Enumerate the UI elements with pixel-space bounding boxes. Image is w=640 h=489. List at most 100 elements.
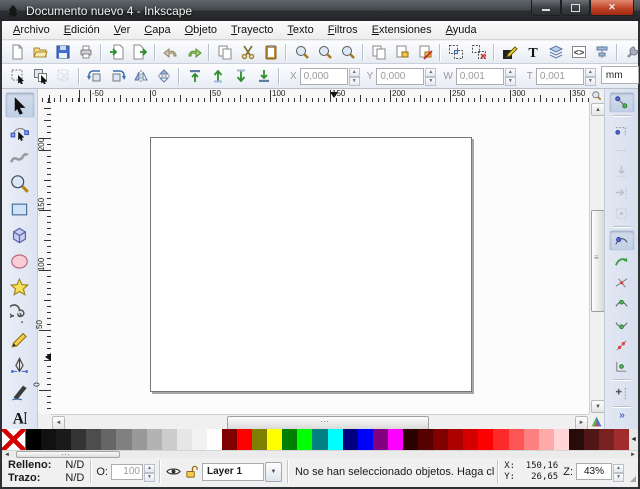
align-dialog-button[interactable]: [590, 41, 613, 63]
swatch-ff5555[interactable]: [509, 429, 524, 450]
menu-capa[interactable]: Capa: [137, 22, 177, 38]
zoom-input[interactable]: 43%: [576, 463, 612, 480]
menu-filtros[interactable]: Filtros: [321, 22, 365, 38]
text-dialog-button[interactable]: [521, 41, 544, 63]
palette-more-arrow[interactable]: ◄: [629, 429, 638, 450]
flip-vertical-button[interactable]: [152, 65, 175, 87]
ellipse-tool-button[interactable]: [5, 248, 35, 274]
snap-paths-button[interactable]: [609, 251, 635, 272]
swatch-ff2a2a[interactable]: [493, 429, 508, 450]
zoom-spinner-up[interactable]: ▲: [613, 464, 624, 473]
menu-ayuda[interactable]: Ayuda: [439, 22, 484, 38]
group-button[interactable]: [444, 41, 467, 63]
y-field-spinner[interactable]: ▲▼: [425, 68, 436, 85]
raise-to-top-button[interactable]: [183, 65, 206, 87]
menu-edicion[interactable]: Edición: [57, 22, 107, 38]
menu-ver[interactable]: Ver: [107, 22, 138, 38]
swatch-cccccc[interactable]: [162, 429, 177, 450]
print-document-button[interactable]: [74, 41, 97, 63]
swatch-4d4d4d[interactable]: [86, 429, 101, 450]
swatch-280b0b[interactable]: [569, 429, 584, 450]
selector-tool-button[interactable]: [5, 92, 35, 118]
swatch-ffd5d5[interactable]: [554, 429, 569, 450]
swatch-008080[interactable]: [312, 429, 327, 450]
text-tool-button[interactable]: [5, 404, 35, 430]
swatch-111111[interactable]: [41, 429, 56, 450]
swatch-000000[interactable]: [26, 429, 41, 450]
scroll-down-arrow[interactable]: ▼: [591, 400, 605, 413]
ungroup-button[interactable]: [467, 41, 490, 63]
save-document-button[interactable]: [51, 41, 74, 63]
tweak-tool-button[interactable]: [5, 144, 35, 170]
snap-bbox-button[interactable]: [609, 119, 635, 140]
deselect-button[interactable]: [52, 65, 75, 87]
swatch-00ff00[interactable]: [297, 429, 312, 450]
swatch-999999[interactable]: [132, 429, 147, 450]
menu-trayecto[interactable]: Trayecto: [224, 22, 280, 38]
xml-editor-button[interactable]: [567, 41, 590, 63]
swatch-b3b3b3[interactable]: [147, 429, 162, 450]
snap-bbox-corners-button[interactable]: [609, 161, 635, 182]
width-field-input[interactable]: 0,001: [456, 68, 504, 85]
swatch-808080[interactable]: [116, 429, 131, 450]
snap-enable-button[interactable]: [609, 92, 635, 113]
ruler-corner-zoom-button[interactable]: [589, 89, 604, 103]
vertical-scroll-thumb[interactable]: [591, 210, 605, 312]
swatch-ff00ff[interactable]: [388, 429, 403, 450]
rectangle-tool-button[interactable]: [5, 196, 35, 222]
swatch-e6e6e6[interactable]: [177, 429, 192, 450]
opacity-spinner-up[interactable]: ▲: [144, 464, 155, 473]
new-document-button[interactable]: [5, 41, 28, 63]
cut-button[interactable]: [236, 41, 259, 63]
swatch-782121[interactable]: [599, 429, 614, 450]
lower-button[interactable]: [229, 65, 252, 87]
layer-lock-icon[interactable]: [184, 464, 199, 479]
layer-combo[interactable]: Layer 1 ▼: [202, 462, 282, 482]
select-all-layers-button[interactable]: [29, 65, 52, 87]
zoom-drawing-button[interactable]: [313, 41, 336, 63]
layer-visibility-eye-icon[interactable]: [166, 464, 181, 479]
snap-path-intersections-button[interactable]: [609, 272, 635, 293]
layers-dialog-button[interactable]: [544, 41, 567, 63]
unit-combo[interactable]: mm ▼: [601, 66, 640, 86]
scroll-right-arrow[interactable]: ►: [575, 416, 588, 430]
rotate-ccw-button[interactable]: [83, 65, 106, 87]
vertical-scrollbar[interactable]: ▲ ▼: [589, 102, 604, 414]
vertical-ruler[interactable]: 200150100500: [38, 102, 52, 414]
select-all-button[interactable]: [6, 65, 29, 87]
canvas[interactable]: [51, 102, 589, 414]
opacity-spinner-down[interactable]: ▼: [144, 473, 155, 482]
lower-to-bottom-button[interactable]: [252, 65, 275, 87]
snap-midpoints-button[interactable]: [609, 335, 635, 356]
swatch-ff0000[interactable]: [478, 429, 493, 450]
color-management-toggle[interactable]: [589, 414, 604, 429]
y-field-input[interactable]: 0,000: [376, 68, 424, 85]
zoom-selection-button[interactable]: [290, 41, 313, 63]
swatch-none[interactable]: [2, 429, 26, 450]
swatch-800000[interactable]: [433, 429, 448, 450]
duplicate-button[interactable]: [367, 41, 390, 63]
snapbar-overflow-chevron[interactable]: »: [619, 410, 624, 421]
preferences-button[interactable]: [621, 41, 640, 63]
redo-button[interactable]: [182, 41, 205, 63]
horizontal-scroll-thumb[interactable]: [227, 416, 429, 430]
swatch-ffaaaa[interactable]: [539, 429, 554, 450]
pencil-tool-button[interactable]: [5, 326, 35, 352]
width-field-spinner[interactable]: ▲▼: [505, 68, 516, 85]
swatch-000080[interactable]: [343, 429, 358, 450]
fill-stroke-dialog-button[interactable]: [498, 41, 521, 63]
minimize-button[interactable]: [531, 0, 561, 16]
star-tool-button[interactable]: [5, 274, 35, 300]
x-field-input[interactable]: 0,000: [300, 68, 348, 85]
menu-archivo[interactable]: Archivo: [6, 22, 57, 38]
layer-dropdown-arrow-icon[interactable]: ▼: [265, 462, 282, 482]
raise-button[interactable]: [206, 65, 229, 87]
fill-stroke-indicator[interactable]: Relleno: N/D Trazo: N/D: [2, 458, 88, 485]
snap-smooth-nodes-button[interactable]: [609, 314, 635, 335]
swatch-550000[interactable]: [418, 429, 433, 450]
box3d-tool-button[interactable]: [5, 222, 35, 248]
swatch-ff8080[interactable]: [524, 429, 539, 450]
height-field-input[interactable]: 0,001: [536, 68, 584, 85]
x-field-spinner[interactable]: ▲▼: [349, 68, 360, 85]
flip-horizontal-button[interactable]: [129, 65, 152, 87]
